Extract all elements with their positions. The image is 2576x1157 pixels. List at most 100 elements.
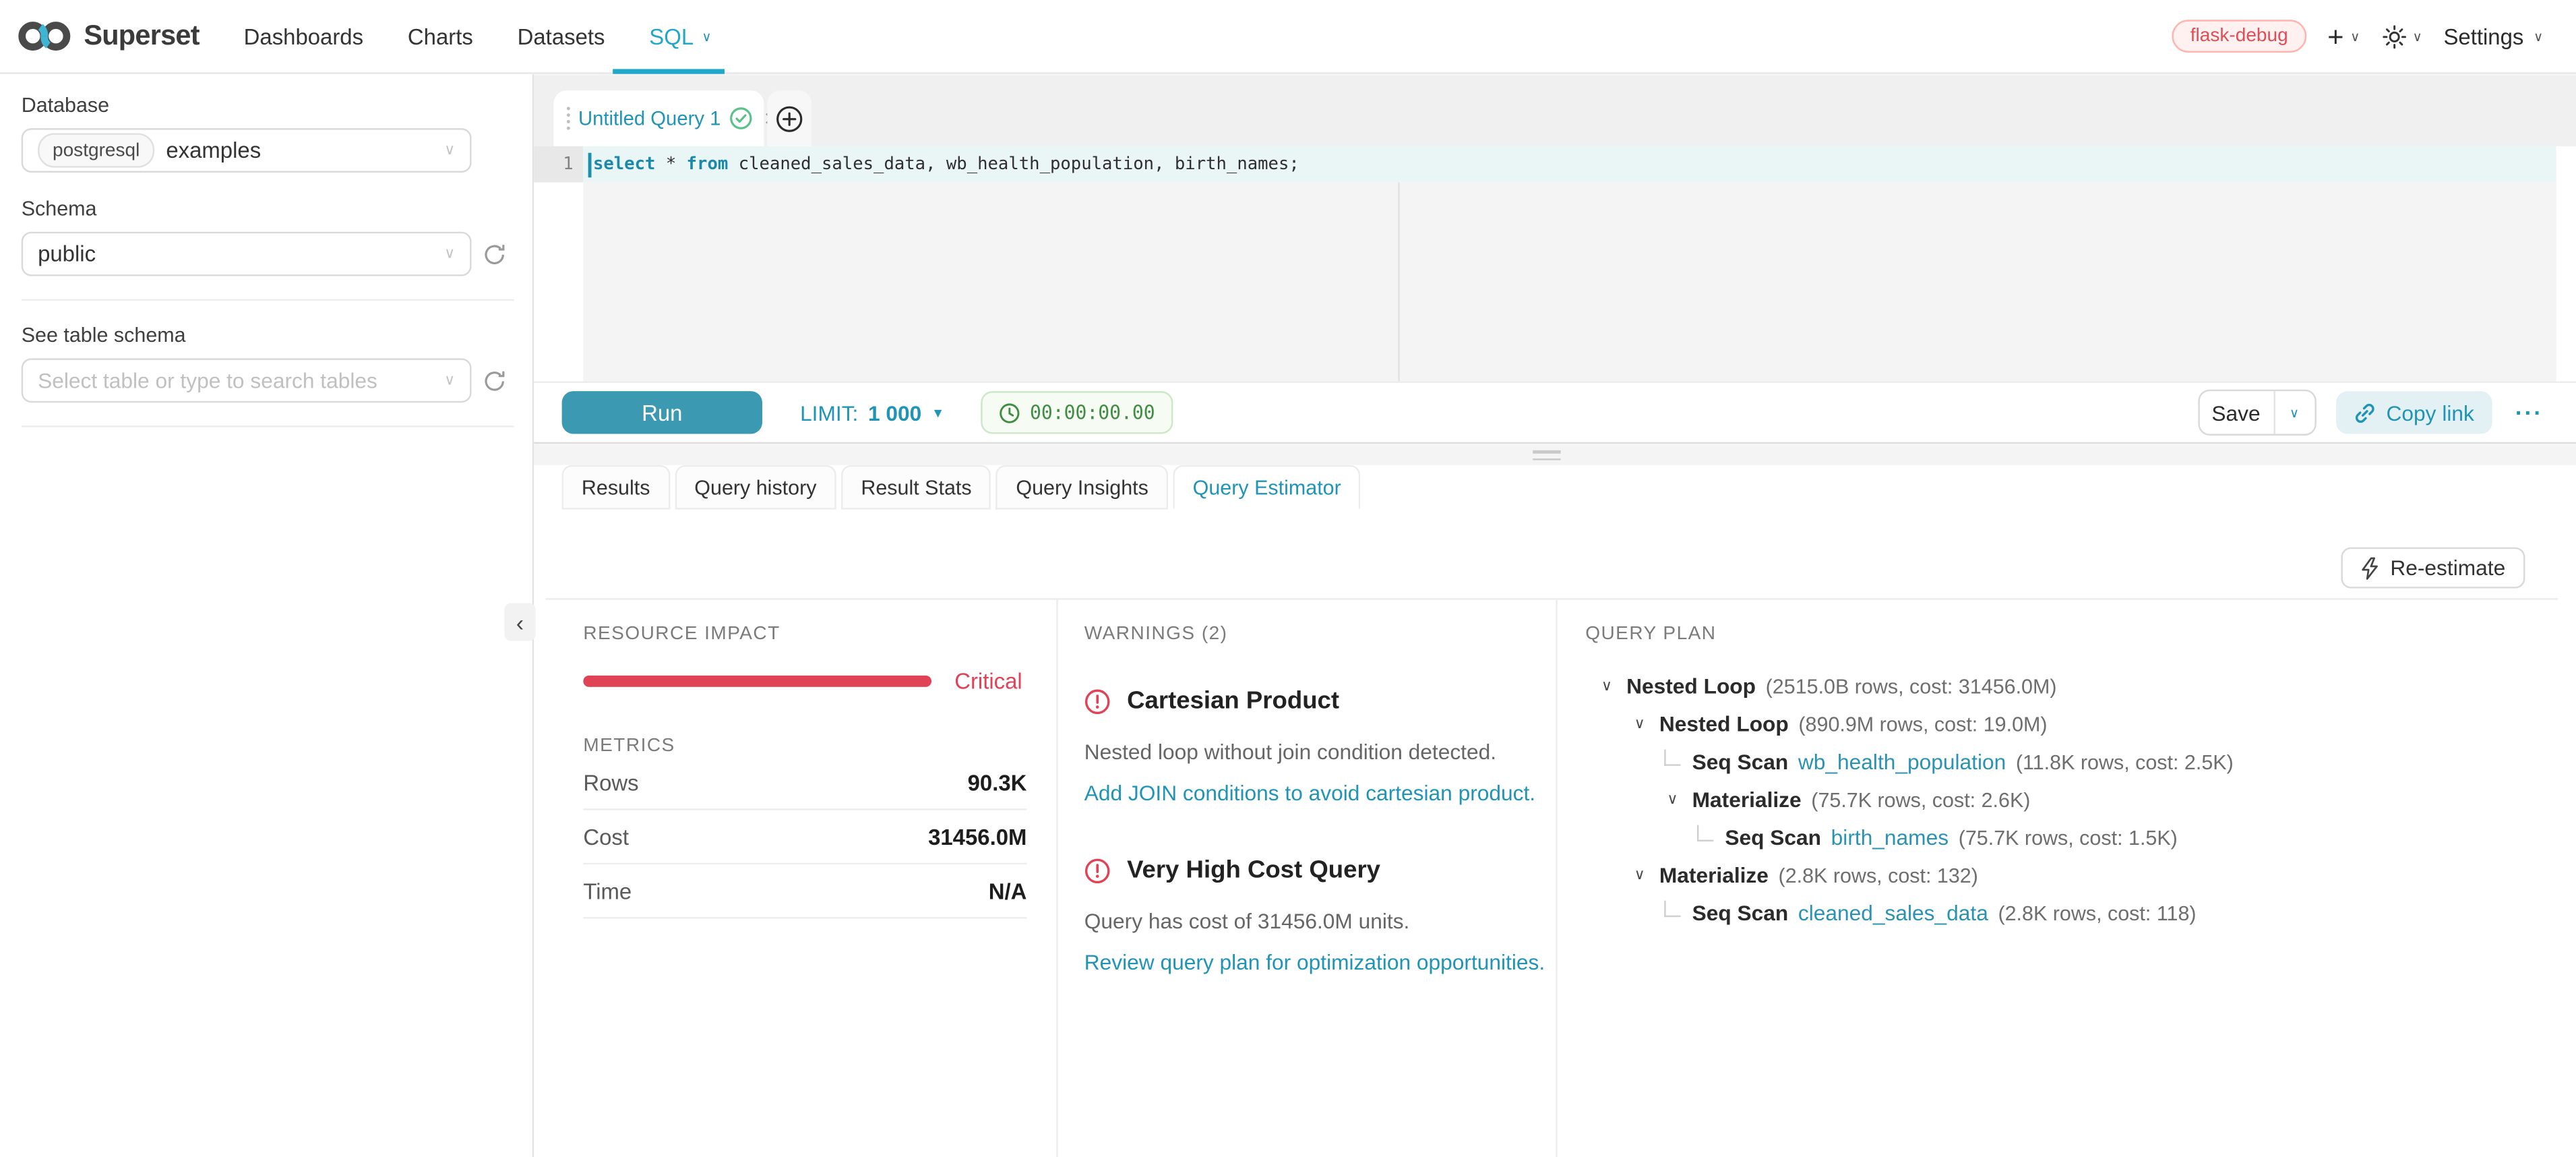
query-plan-column: QUERY PLAN ∨ Nested Loop (2515.0B rows, … [1585, 598, 2556, 932]
settings-menu[interactable]: Settings ∨ [2443, 24, 2543, 49]
query-plan-tree: ∨ Nested Loop (2515.0B rows, cost: 31456… [1585, 668, 2556, 932]
caret-down-icon[interactable]: ∨ [1634, 715, 1645, 733]
editor-body[interactable] [583, 183, 2556, 382]
warning-high-cost: Very High Cost Query Query has cost of 3… [1084, 856, 1541, 975]
editor-toolbar: Run LIMIT: 1 000 ▼ 00:00:00.00 Save [534, 382, 2576, 444]
plan-table-link[interactable]: birth_names [1831, 825, 1949, 850]
clock-icon [999, 402, 1020, 423]
database-type-tag: postgresql [38, 133, 154, 167]
chevron-down-icon: ∨ [444, 142, 455, 160]
new-item-button[interactable]: + ∨ [2327, 22, 2360, 50]
sidebar-divider [22, 425, 514, 427]
warning-cartesian-product: Cartesian Product Nested loop without jo… [1084, 687, 1541, 806]
save-button[interactable]: Save [2199, 391, 2273, 434]
nav-item-datasets[interactable]: Datasets [518, 24, 605, 49]
sql-active-line[interactable]: select * from cleaned_sales_data, wb_hea… [583, 146, 2556, 183]
table-select[interactable]: Select table or type to search tables ∨ [22, 358, 472, 403]
warnings-column: WARNINGS (2) Cartesian Product Nested l [1084, 598, 1541, 974]
plan-table-link[interactable]: cleaned_sales_data [1798, 901, 1988, 926]
line-number-gutter: 1 [534, 146, 583, 183]
reestimate-button[interactable]: Re-estimate [2341, 547, 2525, 589]
chevron-down-icon: ∨ [2350, 29, 2360, 44]
copy-link-button[interactable]: Copy link [2335, 391, 2492, 434]
more-actions-icon[interactable]: ··· [2515, 399, 2543, 425]
plan-node[interactable]: Seq Scan cleaned_sales_data (2.8K rows, … [1585, 894, 2556, 932]
caret-down-icon[interactable]: ∨ [1667, 790, 1678, 808]
plan-node[interactable]: ∨ Nested Loop (890.9M rows, cost: 19.0M) [1585, 705, 2556, 743]
metric-row-cost: Cost 31456.0M [583, 810, 1026, 864]
plan-table-link[interactable]: wb_health_population [1798, 750, 2006, 775]
query-editor-tab[interactable]: Untitled Query 1 ✕ [553, 90, 764, 146]
table-schema-label: See table schema [22, 324, 513, 347]
plan-node[interactable]: ∨ Materialize (75.7K rows, cost: 2.6K) [1585, 781, 2556, 819]
caret-down-icon[interactable]: ∨ [1634, 866, 1645, 885]
editor-tabstrip: Untitled Query 1 ✕ [534, 76, 2576, 146]
limit-value: 1 000 [868, 400, 921, 425]
plan-node[interactable]: Seq Scan wb_health_population (11.8K row… [1585, 743, 2556, 781]
metric-row-rows: Rows 90.3K [583, 756, 1026, 810]
impact-level: Critical [954, 669, 1022, 694]
plan-node[interactable]: Seq Scan birth_names (75.7K rows, cost: … [1585, 819, 2556, 856]
lightning-icon [2360, 556, 2379, 579]
plus-icon: + [2327, 22, 2343, 50]
tab-query-history[interactable]: Query history [675, 465, 836, 510]
text-cursor [588, 152, 592, 177]
warning-icon [1084, 688, 1111, 714]
limit-dropdown[interactable]: LIMIT: 1 000 ▼ [800, 400, 944, 425]
refresh-tables-icon[interactable] [483, 369, 506, 392]
warnings-header: WARNINGS (2) [1084, 598, 1541, 644]
chevron-down-icon: ∨ [2534, 29, 2543, 44]
brand-name: Superset [84, 20, 200, 53]
sidebar-divider [22, 299, 514, 301]
circled-plus-icon [776, 105, 803, 132]
caret-down-icon[interactable]: ∨ [1601, 677, 1612, 695]
sql-editor[interactable]: 1 select * from cleaned_sales_data, wb_h… [534, 146, 2576, 382]
query-saved-check-icon [729, 107, 752, 129]
sqllab-left-panel: Database postgresql examples ∨ Schema pu… [0, 74, 534, 1157]
tree-connector-icon [1697, 824, 1713, 840]
warning-suggestion-link[interactable]: Review query plan for optimization oppor… [1084, 950, 1541, 975]
table-select-placeholder: Select table or type to search tables [38, 368, 377, 393]
plan-node[interactable]: ∨ Nested Loop (2515.0B rows, cost: 31456… [1585, 668, 2556, 705]
dropdown-arrow-icon: ▼ [931, 405, 944, 420]
tab-query-insights[interactable]: Query Insights [996, 465, 1168, 510]
drag-handle-icon[interactable] [567, 107, 570, 129]
column-divider [1056, 598, 1057, 1157]
collapse-sidebar-button[interactable]: ‹ [504, 603, 535, 641]
warning-suggestion-link[interactable]: Add JOIN conditions to avoid cartesian p… [1084, 781, 1541, 806]
schema-select[interactable]: public ∨ [22, 232, 472, 276]
resize-handle-icon[interactable] [1533, 450, 1560, 461]
add-query-tab-button[interactable] [767, 90, 811, 146]
sun-icon [2381, 24, 2406, 49]
results-panel: Results Query history Result Stats Query… [534, 465, 2576, 1157]
collapse-left-icon: ‹ [516, 609, 524, 635]
schema-value: public [38, 241, 96, 266]
superset-logo-icon [16, 18, 72, 55]
save-split-button[interactable]: Save ∨ [2197, 390, 2316, 436]
tab-results[interactable]: Results [562, 465, 670, 510]
nav-item-charts[interactable]: Charts [408, 24, 473, 49]
nav-item-sql[interactable]: SQL ∨ [649, 24, 711, 49]
chevron-down-icon: ∨ [702, 29, 711, 44]
panel-resize-gutter[interactable] [534, 444, 2576, 465]
database-label: Database [22, 94, 513, 117]
column-divider [1556, 598, 1557, 1157]
nav-item-dashboards[interactable]: Dashboards [244, 24, 363, 49]
sql-tables-text: cleaned_sales_data, wb_health_population… [728, 154, 1299, 174]
chevron-down-icon: ∨ [444, 372, 455, 390]
tab-result-stats[interactable]: Result Stats [841, 465, 991, 510]
database-select[interactable]: postgresql examples ∨ [22, 128, 472, 173]
run-button[interactable]: Run [562, 391, 762, 434]
top-nav: Superset Dashboards Charts Datasets SQL … [0, 0, 2576, 74]
theme-toggle-button[interactable]: ∨ [2381, 24, 2422, 49]
superset-logo[interactable]: Superset [16, 18, 199, 55]
save-options-button[interactable]: ∨ [2273, 391, 2314, 434]
plan-node[interactable]: ∨ Materialize (2.8K rows, cost: 132) [1585, 856, 2556, 894]
tree-connector-icon [1664, 900, 1680, 916]
tab-query-estimator[interactable]: Query Estimator [1173, 465, 1361, 510]
nav-right: flask-debug + ∨ ∨ Settings ∨ [2172, 20, 2543, 53]
sql-keyword: from [687, 154, 729, 174]
sql-keyword: select [593, 154, 655, 174]
refresh-schemas-icon[interactable] [483, 243, 506, 266]
sqllab-main: Untitled Query 1 ✕ [534, 74, 2576, 1157]
